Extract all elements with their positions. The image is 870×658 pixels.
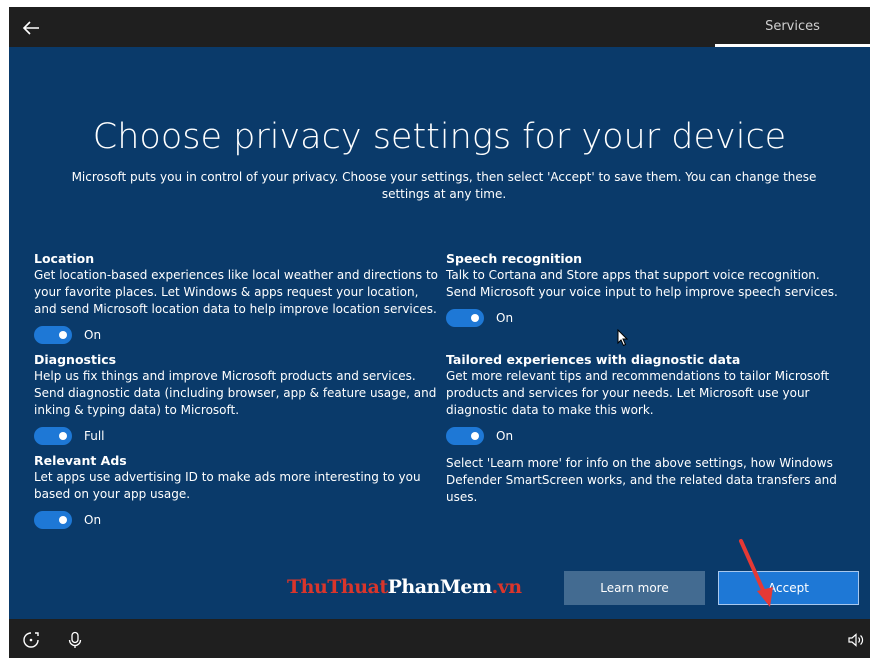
main-content: Choose privacy settings for your device … <box>9 47 870 619</box>
ease-of-access-icon <box>23 632 39 648</box>
bottom-bar <box>9 619 870 658</box>
setting-title: Relevant Ads <box>34 453 127 468</box>
volume-icon <box>848 633 864 647</box>
back-button[interactable] <box>19 16 43 40</box>
toggle-state-label: On <box>496 428 514 443</box>
learn-more-button[interactable]: Learn more <box>564 571 705 605</box>
setting-title: Speech recognition <box>446 251 583 266</box>
ease-of-access-button[interactable] <box>22 631 40 649</box>
microphone-icon <box>68 631 82 648</box>
top-bar: Services <box>9 7 870 47</box>
toggle-state-label: Full <box>84 428 105 443</box>
tab-services[interactable]: Services <box>715 7 870 47</box>
oobe-window: Services Choose privacy settings for you… <box>9 7 870 658</box>
setting-title: Location <box>34 251 95 266</box>
diagnostics-toggle[interactable] <box>34 427 72 445</box>
back-arrow-icon <box>22 21 39 35</box>
volume-button[interactable] <box>847 631 865 649</box>
setting-description: Let apps use advertising ID to make ads … <box>34 470 421 501</box>
learn-more-note: Select 'Learn more' for info on the abov… <box>446 456 837 504</box>
mouse-cursor-icon <box>617 329 629 347</box>
toggle-state-label: On <box>496 310 514 325</box>
setting-relevant-ads: Relevant Ads Let apps use advertising ID… <box>34 452 439 531</box>
location-toggle[interactable] <box>34 326 72 344</box>
setting-speech-recognition: Speech recognition Talk to Cortana and S… <box>446 250 851 329</box>
speech-recognition-toggle[interactable] <box>446 309 484 327</box>
microphone-button[interactable] <box>66 631 84 649</box>
tailored-experiences-toggle[interactable] <box>446 427 484 445</box>
setting-title: Tailored experiences with diagnostic dat… <box>446 352 741 367</box>
toggle-state-label: On <box>84 327 102 342</box>
setting-diagnostics: Diagnostics Help us fix things and impro… <box>34 351 439 447</box>
watermark-logo: ThuThuatPhanMem.vn <box>287 576 522 598</box>
page-subtitle: Microsoft puts you in control of your pr… <box>71 170 817 201</box>
setting-description: Get location-based experiences like loca… <box>34 268 439 316</box>
annotation-arrow-icon <box>739 539 773 607</box>
page-title: Choose privacy settings for your device <box>92 117 787 157</box>
relevant-ads-toggle[interactable] <box>34 511 72 529</box>
setting-description: Get more relevant tips and recommendatio… <box>446 369 830 417</box>
setting-location: Location Get location-based experiences … <box>34 250 439 346</box>
setting-description: Help us fix things and improve Microsoft… <box>34 369 437 417</box>
setting-description: Talk to Cortana and Store apps that supp… <box>446 268 838 299</box>
setting-title: Diagnostics <box>34 352 117 367</box>
toggle-state-label: On <box>84 512 102 527</box>
setting-tailored-experiences: Tailored experiences with diagnostic dat… <box>446 351 851 447</box>
